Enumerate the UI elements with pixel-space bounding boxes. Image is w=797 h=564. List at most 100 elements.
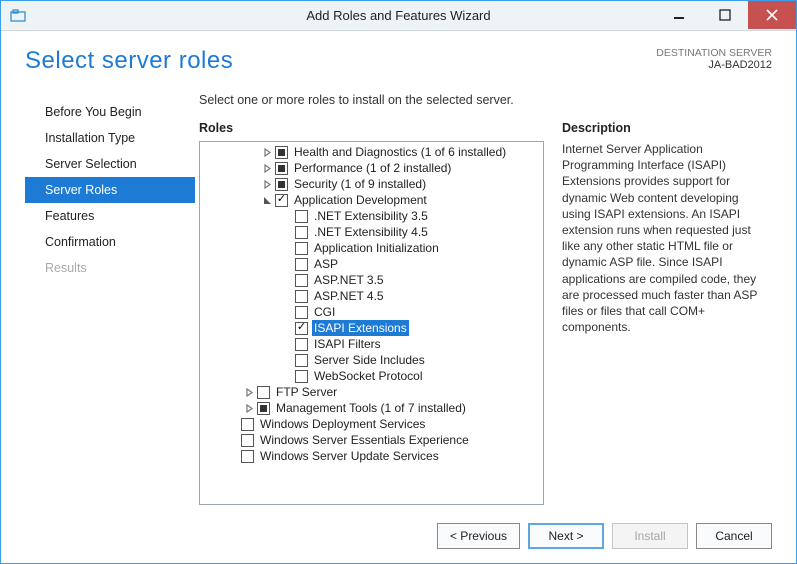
checkbox[interactable] bbox=[257, 402, 270, 415]
checkbox[interactable] bbox=[295, 258, 308, 271]
tree-node[interactable]: ISAPI Extensions bbox=[200, 320, 543, 336]
wizard-nav: Before You BeginInstallation TypeServer … bbox=[25, 93, 195, 505]
expander-spacer bbox=[280, 355, 293, 366]
checkbox[interactable] bbox=[295, 338, 308, 351]
checkbox[interactable] bbox=[275, 162, 288, 175]
tree-node[interactable]: .NET Extensibility 4.5 bbox=[200, 224, 543, 240]
next-button[interactable]: Next > bbox=[528, 523, 604, 549]
tree-node[interactable]: Health and Diagnostics (1 of 6 installed… bbox=[200, 144, 543, 160]
tree-node[interactable]: ASP.NET 3.5 bbox=[200, 272, 543, 288]
nav-item-before[interactable]: Before You Begin bbox=[25, 99, 195, 125]
checkbox[interactable] bbox=[295, 370, 308, 383]
checkbox[interactable] bbox=[295, 274, 308, 287]
tree-node[interactable]: WebSocket Protocol bbox=[200, 368, 543, 384]
checkbox[interactable] bbox=[241, 450, 254, 463]
checkbox[interactable] bbox=[295, 322, 308, 335]
checkbox[interactable] bbox=[295, 354, 308, 367]
app-icon bbox=[9, 7, 27, 25]
expander-spacer bbox=[280, 323, 293, 334]
nav-item-feat[interactable]: Features bbox=[25, 203, 195, 229]
tree-node-label[interactable]: Windows Server Update Services bbox=[258, 448, 441, 464]
description-column: Description Internet Server Application … bbox=[562, 121, 772, 505]
maximize-button[interactable] bbox=[702, 1, 748, 29]
roles-column: Roles Health and Diagnostics (1 of 6 ins… bbox=[199, 121, 544, 505]
checkbox[interactable] bbox=[295, 290, 308, 303]
tree-node[interactable]: Application Initialization bbox=[200, 240, 543, 256]
tree-node-label[interactable]: Server Side Includes bbox=[312, 352, 427, 368]
checkbox[interactable] bbox=[275, 178, 288, 191]
columns: Roles Health and Diagnostics (1 of 6 ins… bbox=[199, 121, 772, 505]
tree-node[interactable]: ASP bbox=[200, 256, 543, 272]
heading-row: Select server roles DESTINATION SERVER J… bbox=[25, 47, 772, 75]
nav-item-conf[interactable]: Confirmation bbox=[25, 229, 195, 255]
tree-node-label[interactable]: Security (1 of 9 installed) bbox=[292, 176, 428, 192]
nav-item-sel[interactable]: Server Selection bbox=[25, 151, 195, 177]
tree-node[interactable]: Security (1 of 9 installed) bbox=[200, 176, 543, 192]
tree-node-label[interactable]: ASP.NET 3.5 bbox=[312, 272, 386, 288]
tree-node[interactable]: Management Tools (1 of 7 installed) bbox=[200, 400, 543, 416]
expander-spacer bbox=[280, 275, 293, 286]
tree-node-label[interactable]: Windows Server Essentials Experience bbox=[258, 432, 471, 448]
expander-spacer bbox=[280, 211, 293, 222]
tree-node-label[interactable]: Windows Deployment Services bbox=[258, 416, 427, 432]
main-panel: Select one or more roles to install on t… bbox=[195, 93, 772, 505]
tree-node-label[interactable]: .NET Extensibility 4.5 bbox=[312, 224, 430, 240]
checkbox[interactable] bbox=[275, 146, 288, 159]
tree-node[interactable]: ASP.NET 4.5 bbox=[200, 288, 543, 304]
expander-spacer bbox=[280, 339, 293, 350]
minimize-button[interactable] bbox=[656, 1, 702, 29]
expander-spacer bbox=[280, 307, 293, 318]
checkbox[interactable] bbox=[295, 226, 308, 239]
destination-server: JA-BAD2012 bbox=[656, 59, 772, 71]
tree-node-label[interactable]: Application Development bbox=[292, 192, 429, 208]
checkbox[interactable] bbox=[295, 242, 308, 255]
tree-node-label[interactable]: ASP bbox=[312, 256, 340, 272]
checkbox[interactable] bbox=[275, 194, 288, 207]
expand-icon[interactable] bbox=[244, 403, 255, 414]
titlebar: Add Roles and Features Wizard bbox=[1, 1, 796, 31]
expand-icon[interactable] bbox=[262, 147, 273, 158]
tree-node-label[interactable]: Application Initialization bbox=[312, 240, 441, 256]
expand-icon[interactable] bbox=[262, 179, 273, 190]
collapse-icon[interactable] bbox=[262, 195, 273, 206]
tree-node-label[interactable]: Management Tools (1 of 7 installed) bbox=[274, 400, 468, 416]
tree-node-label[interactable]: .NET Extensibility 3.5 bbox=[312, 208, 430, 224]
tree-node[interactable]: Server Side Includes bbox=[200, 352, 543, 368]
expand-icon[interactable] bbox=[244, 387, 255, 398]
tree-node-label[interactable]: ISAPI Extensions bbox=[312, 320, 409, 336]
tree-node[interactable]: Performance (1 of 2 installed) bbox=[200, 160, 543, 176]
nav-item-roles[interactable]: Server Roles bbox=[25, 177, 195, 203]
cancel-button[interactable]: Cancel bbox=[696, 523, 772, 549]
tree-node-label[interactable]: CGI bbox=[312, 304, 337, 320]
checkbox[interactable] bbox=[241, 434, 254, 447]
tree-node[interactable]: ISAPI Filters bbox=[200, 336, 543, 352]
destination-label: DESTINATION SERVER bbox=[656, 47, 772, 59]
checkbox[interactable] bbox=[241, 418, 254, 431]
nav-item-type[interactable]: Installation Type bbox=[25, 125, 195, 151]
tree-node-label[interactable]: Performance (1 of 2 installed) bbox=[292, 160, 453, 176]
tree-node[interactable]: FTP Server bbox=[200, 384, 543, 400]
checkbox[interactable] bbox=[295, 306, 308, 319]
tree-node[interactable]: CGI bbox=[200, 304, 543, 320]
previous-button[interactable]: < Previous bbox=[437, 523, 520, 549]
tree-node[interactable]: Windows Server Essentials Experience bbox=[200, 432, 543, 448]
expander-spacer bbox=[280, 291, 293, 302]
roles-heading: Roles bbox=[199, 121, 544, 135]
body: Before You BeginInstallation TypeServer … bbox=[25, 93, 772, 505]
expand-icon[interactable] bbox=[262, 163, 273, 174]
tree-node[interactable]: .NET Extensibility 3.5 bbox=[200, 208, 543, 224]
expander-spacer bbox=[280, 227, 293, 238]
roles-treeview[interactable]: Health and Diagnostics (1 of 6 installed… bbox=[199, 141, 544, 505]
footer-buttons: < Previous Next > Install Cancel bbox=[1, 513, 796, 563]
tree-node[interactable]: Windows Deployment Services bbox=[200, 416, 543, 432]
checkbox[interactable] bbox=[257, 386, 270, 399]
tree-node[interactable]: Application Development bbox=[200, 192, 543, 208]
tree-node-label[interactable]: ISAPI Filters bbox=[312, 336, 383, 352]
tree-node-label[interactable]: Health and Diagnostics (1 of 6 installed… bbox=[292, 144, 508, 160]
checkbox[interactable] bbox=[295, 210, 308, 223]
tree-node-label[interactable]: WebSocket Protocol bbox=[312, 368, 425, 384]
tree-node[interactable]: Windows Server Update Services bbox=[200, 448, 543, 464]
close-button[interactable] bbox=[748, 1, 796, 29]
tree-node-label[interactable]: ASP.NET 4.5 bbox=[312, 288, 386, 304]
tree-node-label[interactable]: FTP Server bbox=[274, 384, 339, 400]
